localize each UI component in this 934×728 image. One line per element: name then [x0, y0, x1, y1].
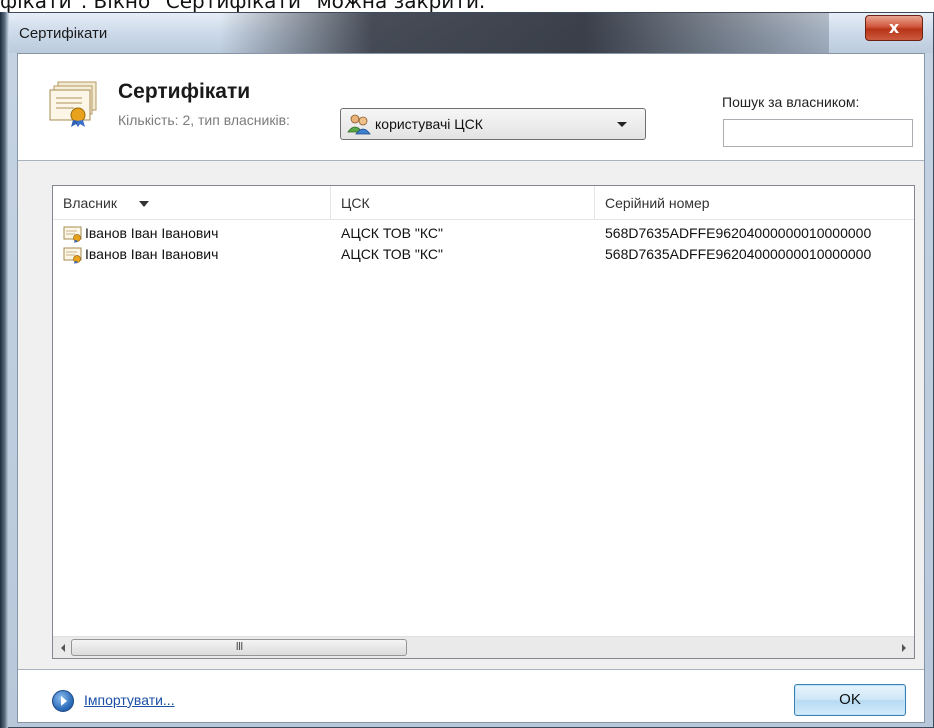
horizontal-scrollbar[interactable]: III [53, 636, 914, 658]
certificates-list[interactable]: Власник ЦСК Серійний номер Іванов Іван І… [52, 185, 915, 659]
chevron-down-icon [617, 122, 627, 127]
scroll-left-icon[interactable] [61, 644, 65, 652]
dialog-footer: Імпортувати... OK [18, 670, 924, 722]
title-bar-shade [219, 13, 829, 53]
dialog-client-area: Сертифікати Кількість: 2, тип власників:… [17, 53, 925, 723]
import-link[interactable]: Імпортувати... [84, 692, 175, 708]
arrow-circle-icon[interactable] [52, 690, 74, 712]
column-ca-label: ЦСК [341, 195, 370, 211]
column-header-owner[interactable]: Власник [53, 186, 331, 220]
window-edge [0, 12, 8, 728]
cell-serial: 568D7635ADFFE96204000000010000000 [605, 246, 872, 262]
cell-owner: Іванов Іван Іванович [85, 246, 219, 262]
certificates-dialog: Сертифікати x Сертифікати Кількість: 2, … [0, 12, 934, 728]
sort-arrow-icon [138, 201, 149, 208]
column-header-ca[interactable]: ЦСК [331, 186, 595, 220]
close-button[interactable]: x [865, 15, 923, 41]
owner-type-select[interactable]: користувачі ЦСК [340, 108, 646, 140]
title-bar[interactable]: Сертифікати x [9, 13, 933, 53]
ok-button[interactable]: OK [794, 684, 906, 716]
column-owner-label: Власник [63, 195, 117, 211]
owner-type-value: користувачі ЦСК [375, 116, 483, 132]
list-item[interactable]: Іванов Іван Іванович АЦСК ТОВ "КС" 568D7… [53, 224, 914, 244]
search-owner-input[interactable] [723, 119, 913, 147]
certificate-icon [63, 226, 82, 243]
cell-owner: Іванов Іван Іванович [85, 225, 219, 241]
list-item[interactable]: Іванов Іван Іванович АЦСК ТОВ "КС" 568D7… [53, 245, 914, 265]
window-title: Сертифікати [19, 25, 108, 42]
column-serial-label: Серійний номер [605, 195, 710, 211]
users-icon [347, 114, 371, 135]
cell-serial: 568D7635ADFFE96204000000010000000 [605, 225, 872, 241]
header-title: Сертифікати [118, 80, 251, 103]
list-header: Власник ЦСК Серійний номер [53, 186, 914, 220]
document-caption: фікати". Вікно "Сертифікати" можна закри… [0, 0, 486, 12]
certificate-icon [49, 81, 97, 127]
cell-ca: АЦСК ТОВ "КС" [341, 225, 443, 241]
cell-ca: АЦСК ТОВ "КС" [341, 246, 443, 262]
scrollbar-thumb[interactable]: III [71, 639, 407, 656]
column-header-serial[interactable]: Серійний номер [595, 186, 914, 220]
search-label: Пошук за власником: [722, 94, 860, 110]
dialog-header: Сертифікати Кількість: 2, тип власників:… [18, 54, 924, 152]
certificates-count-label: Кількість: 2, тип власників: [118, 112, 290, 128]
certificate-icon [63, 247, 82, 264]
scroll-right-icon[interactable] [902, 644, 906, 652]
